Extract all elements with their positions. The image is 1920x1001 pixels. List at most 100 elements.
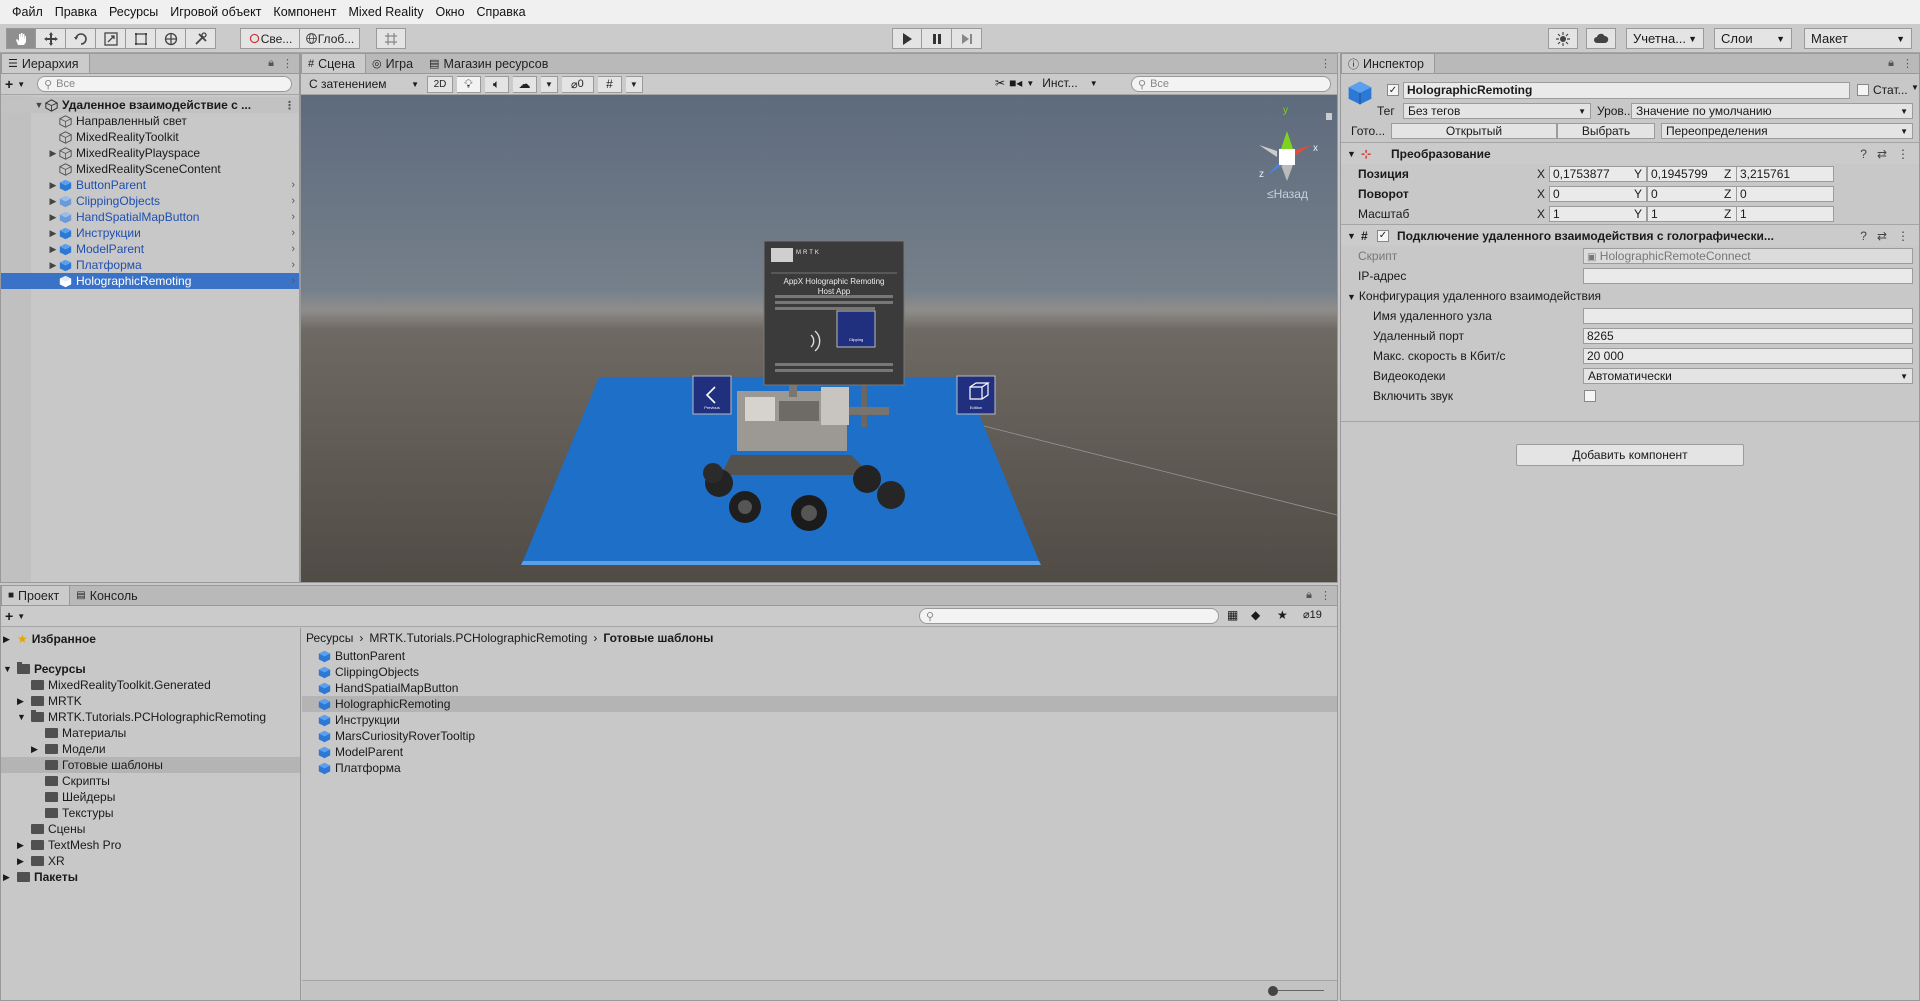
project-search-input[interactable]: ⚲ <box>919 608 1219 624</box>
collab-button[interactable] <box>1548 28 1578 49</box>
menu-assets[interactable]: Ресурсы <box>103 0 164 24</box>
menu-help[interactable]: Справка <box>471 0 532 24</box>
file-item[interactable]: ModelParent <box>302 744 1337 760</box>
menu-mixed-reality[interactable]: Mixed Reality <box>342 0 429 24</box>
layers-dropdown[interactable]: Слои ▼ <box>1714 28 1792 49</box>
static-checkbox[interactable] <box>1857 84 1869 96</box>
transform-tool-button[interactable] <box>156 28 186 49</box>
preset-icon[interactable]: ⇄ <box>1877 147 1887 161</box>
more-icon[interactable]: ⋮ <box>284 99 295 112</box>
scene-root[interactable]: ▼ Удаленное взаимодействие с ... ⋮ <box>1 97 299 113</box>
move-tool-button[interactable] <box>36 28 66 49</box>
hierarchy-item[interactable]: ▶ HandSpatialMapButton › <box>1 209 299 225</box>
chevron-down-icon[interactable]: ▼ <box>17 80 25 89</box>
more-icon[interactable]: ⋮ <box>1902 57 1913 70</box>
hierarchy-item[interactable]: MixedRealitySceneContent <box>1 161 299 177</box>
rotate-tool-button[interactable] <box>66 28 96 49</box>
expand-arrow-icon[interactable]: ▼ <box>17 712 31 722</box>
tree-mrtk-generated[interactable]: MixedRealityToolkit.Generated <box>1 677 300 693</box>
tree-tutorials[interactable]: ▼ MRTK.Tutorials.PCHolographicRemoting <box>1 709 300 725</box>
add-component-button[interactable]: Добавить компонент <box>1516 444 1744 466</box>
chevron-right-icon[interactable]: › <box>291 227 295 239</box>
tab-game[interactable]: ◎ Игра <box>366 54 423 73</box>
more-icon[interactable]: ⋮ <box>1897 229 1909 243</box>
enable-audio-checkbox[interactable] <box>1584 390 1596 402</box>
file-item[interactable]: HolographicRemoting <box>302 696 1337 712</box>
menu-component[interactable]: Компонент <box>267 0 342 24</box>
rotation-z-axis-label[interactable]: Z <box>1724 187 1731 201</box>
icon-size-slider-handle[interactable] <box>1268 986 1278 996</box>
hierarchy-item[interactable]: ▶ MixedRealityPlayspace <box>1 145 299 161</box>
overrides-dropdown[interactable]: Переопределения ▼ <box>1661 123 1913 139</box>
grid-dropdown[interactable]: ▼ <box>625 75 643 93</box>
breadcrumb-item[interactable]: MRTK.Tutorials.PCHolographicRemoting <box>369 631 587 645</box>
pause-button[interactable] <box>922 28 952 49</box>
menu-edit[interactable]: Правка <box>49 0 103 24</box>
gizmos-label[interactable]: Инст... <box>1042 76 1077 90</box>
hand-tool-button[interactable] <box>6 28 36 49</box>
tree-assets[interactable]: ▼ Ресурсы <box>1 661 300 677</box>
create-asset-button[interactable]: + <box>5 608 13 624</box>
grid-toggle[interactable]: # <box>597 75 622 93</box>
hierarchy-search-input[interactable]: ⚲ Все <box>37 76 293 92</box>
chevron-down-icon[interactable]: ▼ <box>1090 79 1098 88</box>
select-prefab-button[interactable]: Выбрать <box>1557 123 1655 139</box>
expand-arrow-icon[interactable]: ▶ <box>47 180 59 191</box>
tree-favorites[interactable]: ▶ ★ Избранное <box>1 631 300 647</box>
position-y-axis-label[interactable]: Y <box>1634 167 1642 181</box>
expand-arrow-icon[interactable]: ▶ <box>47 260 59 271</box>
tab-asset-store[interactable]: ▤ Магазин ресурсов <box>423 54 558 73</box>
file-item[interactable]: Платформа <box>302 760 1337 776</box>
account-dropdown[interactable]: Учетна... ▼ <box>1626 28 1704 49</box>
audio-toggle[interactable]: 🔈︎ <box>485 75 509 93</box>
tab-project[interactable]: ■ Проект <box>1 586 71 605</box>
tab-console[interactable]: ▤ Консоль <box>70 586 147 605</box>
scene-search-input[interactable]: ⚲ Все <box>1131 76 1331 92</box>
more-icon[interactable]: ⋮ <box>1897 147 1909 161</box>
position-x-axis-label[interactable]: X <box>1537 167 1545 181</box>
config-foldout[interactable]: ▼ Конфигурация удаленного взаимодействия <box>1347 289 1601 303</box>
more-icon[interactable]: ⋮ <box>1320 57 1331 70</box>
add-object-button[interactable]: + <box>5 76 13 92</box>
tab-hierarchy[interactable]: ☰ Иерархия <box>1 54 90 73</box>
filter-label-icon[interactable]: ◆ <box>1251 608 1260 622</box>
expand-arrow-icon[interactable]: ▼ <box>1347 149 1361 159</box>
menu-file[interactable]: Файл <box>6 0 49 24</box>
camera-icon[interactable]: ■◂ <box>1009 76 1022 90</box>
component-enabled-checkbox[interactable]: ✓ <box>1377 229 1389 242</box>
expand-arrow-icon[interactable]: ▶ <box>3 634 17 645</box>
lock-icon[interactable]: 🔒︎ <box>1888 57 1894 70</box>
more-icon[interactable]: ⋮ <box>282 57 293 70</box>
object-name-field[interactable]: HolographicRemoting <box>1403 82 1850 99</box>
2d-toggle[interactable]: 2D <box>427 75 453 93</box>
effects-dropdown[interactable]: ▼ <box>541 75 558 93</box>
expand-arrow-icon[interactable]: ▶ <box>47 244 59 255</box>
filter-type-icon[interactable]: ▦ <box>1227 608 1238 622</box>
rect-tool-button[interactable] <box>126 28 156 49</box>
step-button[interactable] <box>952 28 982 49</box>
cloud-button[interactable] <box>1586 28 1616 49</box>
tab-inspector[interactable]: ⓘ Инспектор <box>1341 54 1435 73</box>
codec-dropdown[interactable]: Автоматически ▼ <box>1583 368 1913 384</box>
gizmo-back-label[interactable]: ≤Назад <box>1267 187 1308 201</box>
chevron-down-icon[interactable]: ▼ <box>1911 83 1919 92</box>
transform-header[interactable]: ▼ ⊹ Преобразование ? ⇄ ⋮ <box>1341 142 1919 164</box>
hierarchy-item[interactable]: ▶ Платформа › <box>1 257 299 273</box>
file-item[interactable]: Инструкции <box>302 712 1337 728</box>
hierarchy-item[interactable]: ▶ ButtonParent › <box>1 177 299 193</box>
scale-tool-button[interactable] <box>96 28 126 49</box>
expand-arrow-icon[interactable]: ▶ <box>47 196 59 207</box>
active-checkbox[interactable]: ✓ <box>1387 84 1399 96</box>
play-button[interactable] <box>892 28 922 49</box>
expand-arrow-icon[interactable]: ▶ <box>47 212 59 223</box>
rotation-x-input[interactable]: 0 <box>1549 186 1647 202</box>
chevron-right-icon[interactable]: › <box>291 195 295 207</box>
scene-viewport[interactable]: y x z ≤Назад MRTK AppX Holographic Remot… <box>301 95 1337 582</box>
expand-arrow-icon[interactable]: ▶ <box>47 148 59 159</box>
tree-textures[interactable]: Текстуры <box>1 805 300 821</box>
tree-mrtk[interactable]: ▶ MRTK <box>1 693 300 709</box>
file-item[interactable]: HandSpatialMapButton <box>302 680 1337 696</box>
tree-xr[interactable]: ▶ XR <box>1 853 300 869</box>
tree-materials[interactable]: Материалы <box>1 725 300 741</box>
tree-prefabs[interactable]: Готовые шаблоны <box>1 757 300 773</box>
